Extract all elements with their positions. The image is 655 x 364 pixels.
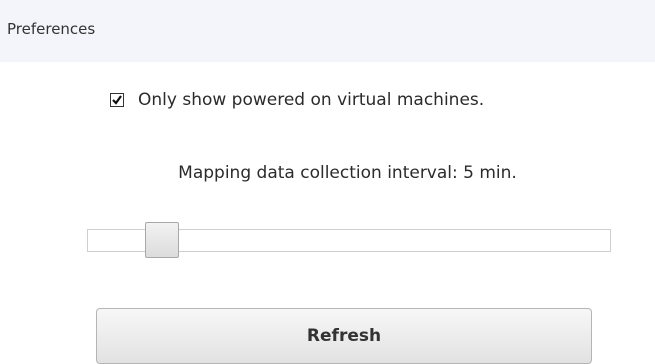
powered-on-checkbox-label: Only show powered on virtual machines. bbox=[138, 90, 485, 110]
refresh-button[interactable]: Refresh bbox=[96, 308, 592, 364]
interval-label: Mapping data collection interval: 5 min. bbox=[178, 163, 517, 183]
page-title: Preferences bbox=[7, 20, 96, 38]
powered-on-checkbox[interactable] bbox=[110, 93, 124, 107]
powered-on-filter-option[interactable]: Only show powered on virtual machines. bbox=[110, 90, 484, 110]
check-icon bbox=[112, 95, 122, 105]
interval-slider-thumb[interactable] bbox=[145, 222, 179, 258]
preferences-header: Preferences bbox=[0, 0, 655, 62]
